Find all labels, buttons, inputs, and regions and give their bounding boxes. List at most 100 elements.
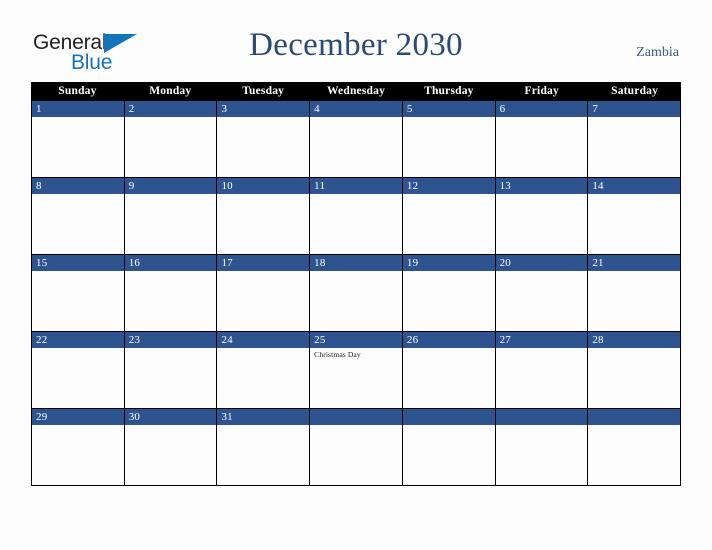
day-cell-28[interactable]: 28 (588, 332, 681, 408)
day-number-band (124, 101, 217, 117)
day-number: 13 (499, 180, 511, 192)
holiday-label: Christmas Day (314, 350, 361, 359)
day-number-band (217, 101, 310, 117)
calendar-week-row: 8 9 10 11 12 13 14 (31, 178, 681, 255)
calendar-grid: Sunday Monday Tuesday Wednesday Thursday Frid… (31, 82, 681, 486)
day-cell-22[interactable]: 22 (32, 332, 125, 408)
day-number: 22 (36, 334, 48, 346)
day-cell-8[interactable]: 8 (32, 178, 125, 254)
page-header: General Blue December 2030 Zambia (0, 0, 712, 82)
day-cell-12[interactable]: 12 (402, 178, 496, 254)
day-cell-6[interactable]: 6 (495, 101, 589, 177)
page-title: December 2030 (249, 27, 463, 63)
day-number-band (124, 178, 217, 194)
weekday-header-saturday: Saturday (611, 85, 659, 97)
weekday-header-wednesday: Wednesday (326, 85, 386, 97)
weekday-header-row: Sunday Monday Tuesday Wednesday Thursday Frid… (31, 82, 681, 101)
day-cell-5[interactable]: 5 (402, 101, 496, 177)
day-number-band (32, 101, 124, 117)
day-number: 29 (36, 411, 48, 423)
day-number: 23 (128, 334, 141, 346)
day-number: 5 (406, 103, 413, 115)
day-number: 28 (592, 334, 604, 346)
calendar-week-row: 15 16 17 18 19 20 21 (31, 255, 681, 332)
calendar-page: General Blue December 2030 Zambia Sunday… (0, 0, 712, 550)
day-events: Christmas Day (314, 350, 399, 360)
weekday-header-sunday: Sunday (58, 85, 97, 97)
day-cell-14[interactable]: 14 (588, 178, 681, 254)
country-label: Zambia (636, 45, 679, 60)
day-cell-26[interactable]: 26 (402, 332, 496, 408)
weekday-header-friday: Friday (524, 85, 559, 97)
day-number: 8 (36, 180, 42, 192)
day-cell-16[interactable]: 16 (124, 255, 218, 331)
day-number: 15 (36, 257, 48, 269)
day-cell-17[interactable]: 17 (217, 255, 311, 331)
day-number-band (32, 178, 124, 194)
day-number-band (402, 409, 495, 425)
day-cell-10[interactable]: 10 (217, 178, 311, 254)
day-number: 18 (314, 257, 326, 269)
day-cell-20[interactable]: 20 (495, 255, 589, 331)
day-number: 21 (592, 257, 604, 269)
weekday-header-monday: Monday (149, 85, 192, 97)
day-number: 19 (406, 257, 419, 269)
day-number-band (310, 101, 402, 117)
day-number-band (310, 409, 402, 425)
day-number: 27 (499, 334, 511, 346)
day-number: 7 (592, 103, 599, 115)
day-number: 9 (128, 180, 135, 192)
day-number: 1 (36, 103, 42, 115)
day-number: 10 (221, 180, 233, 192)
day-number: 11 (314, 180, 326, 192)
day-number-band (495, 409, 588, 425)
day-number: 3 (221, 103, 228, 115)
calendar-week-row: 1 2 3 4 5 6 7 (31, 101, 681, 178)
day-cell-13[interactable]: 13 (495, 178, 589, 254)
day-cell-1[interactable]: 1 (32, 101, 125, 177)
day-cell-empty[interactable] (310, 409, 403, 485)
day-number: 12 (406, 180, 419, 192)
calendar-week-row: 22 23 24 25 Christmas Day 26 27 28 (31, 332, 681, 409)
day-cell-21[interactable]: 21 (588, 255, 681, 331)
day-number: 6 (499, 103, 506, 115)
day-number: 4 (314, 103, 320, 115)
day-cell-29[interactable]: 29 (32, 409, 125, 485)
day-cell-empty[interactable] (495, 409, 589, 485)
day-number-band (402, 101, 495, 117)
day-number: 24 (221, 334, 233, 346)
day-number: 14 (592, 180, 604, 192)
day-number: 20 (499, 257, 511, 269)
day-cell-30[interactable]: 30 (124, 409, 218, 485)
day-number-band (588, 101, 681, 117)
day-cell-9[interactable]: 9 (124, 178, 218, 254)
day-number: 16 (128, 257, 141, 269)
day-cell-empty[interactable] (402, 409, 496, 485)
day-number: 30 (128, 411, 141, 423)
day-number-band (588, 409, 681, 425)
day-cell-11[interactable]: 11 (310, 178, 403, 254)
day-cell-4[interactable]: 4 (310, 101, 403, 177)
day-cell-31[interactable]: 31 (217, 409, 311, 485)
day-number: 26 (406, 334, 419, 346)
day-cell-18[interactable]: 18 (310, 255, 403, 331)
day-number: 2 (128, 103, 135, 115)
day-number: 25 (314, 334, 326, 346)
day-number: 31 (221, 411, 233, 423)
day-cell-25[interactable]: 25 Christmas Day (310, 332, 403, 408)
day-cell-2[interactable]: 2 (124, 101, 218, 177)
calendar-week-row: 29 30 31 (31, 409, 681, 486)
day-cell-15[interactable]: 15 (32, 255, 125, 331)
weekday-header-tuesday: Tuesday (242, 85, 285, 97)
day-cell-23[interactable]: 23 (124, 332, 218, 408)
day-cell-24[interactable]: 24 (217, 332, 311, 408)
weekday-header-thursday: Thursday (424, 85, 474, 97)
day-number-band (495, 101, 588, 117)
day-cell-19[interactable]: 19 (402, 255, 496, 331)
day-cell-7[interactable]: 7 (588, 101, 681, 177)
calendar-body: 1 2 3 4 5 6 7 8 9 10 11 12 13 14 15 16 17 18 19 20 21 22 23 24 2… (31, 101, 681, 486)
day-cell-empty[interactable] (588, 409, 681, 485)
day-cell-27[interactable]: 27 (495, 332, 589, 408)
day-cell-3[interactable]: 3 (217, 101, 311, 177)
day-number: 17 (221, 257, 233, 269)
